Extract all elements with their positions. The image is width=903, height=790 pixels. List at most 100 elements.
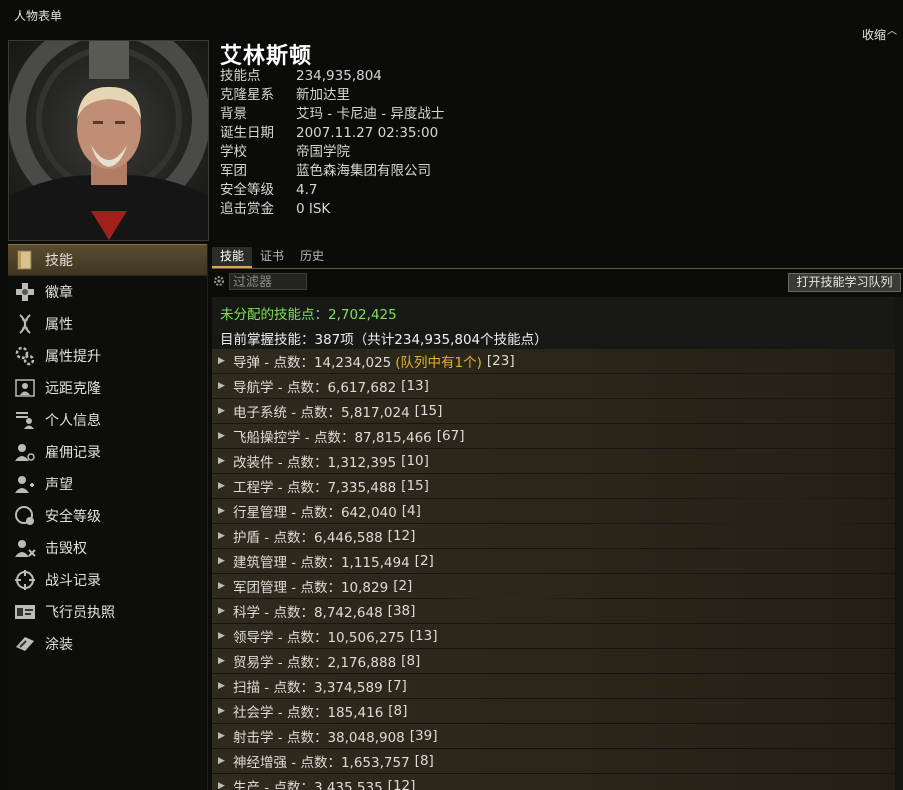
skill-group-queue: (队列中有1个) [395,355,482,371]
sidebar-item-label: 击毁权 [45,541,87,557]
character-name: 艾林斯顿 [220,44,313,69]
info-row-corporation: 军团 蓝色森海集团有限公司 [220,162,444,181]
skill-group-row[interactable]: ▶ 生产 - 点数：3,435,535 [12] [212,774,895,790]
skills-summary: 目前掌握技能：387项（共计234,935,804个技能点） [220,332,548,348]
skill-group-name: 电子系统 - 点数：5,817,024 [233,405,410,421]
window-title: 人物表单 [14,9,63,23]
sidebar-item-attributes[interactable]: 属性 [8,308,207,340]
skill-group-count: [13] [409,628,438,644]
info-value: 234,935,804 [296,68,382,84]
skill-group-count: [67] [436,428,465,444]
info-value: 艾玛 - 卡尼迪 - 异度战士 [296,106,445,122]
sidebar-item-skins[interactable]: 涂装 [8,628,207,660]
sidebar-item-standings[interactable]: 声望 [8,468,207,500]
skill-group-row[interactable]: ▶ 贸易学 - 点数：2,176,888 [8] [212,649,895,673]
info-value[interactable]: 帝国学院 [296,143,350,162]
sidebar-item-label: 属性提升 [45,349,101,365]
info-value[interactable]: 新加达里 [296,86,350,105]
skill-group-row[interactable]: ▶ 射击学 - 点数：38,048,908 [39] [212,724,895,748]
info-row-skill-points: 技能点 234,935,804 [220,67,444,86]
expand-triangle-icon: ▶ [218,681,225,691]
skill-group-count: [12] [387,528,416,544]
skill-group-row[interactable]: ▶ 行星管理 - 点数：642,040 [4] [212,499,895,523]
sidebar-item-medals[interactable]: 徽章 [8,276,207,308]
tab-divider [212,268,903,269]
info-value[interactable]: 蓝色森海集团有限公司 [296,162,431,181]
skill-group-row[interactable]: ▶ 建筑管理 - 点数：1,115,494 [2] [212,549,895,573]
skill-group-name: 科学 - 点数：8,742,648 [233,605,383,621]
skill-group-count: [2] [393,578,413,594]
skill-group-row[interactable]: ▶ 科学 - 点数：8,742,648 [38] [212,599,895,623]
expand-triangle-icon: ▶ [218,581,225,591]
tab-skills[interactable]: 技能 [212,247,253,268]
skill-group-row[interactable]: ▶ 导弹 - 点数：14,234,025 (队列中有1个) [23] [212,349,895,373]
license-icon [14,601,36,623]
skill-group-row[interactable]: ▶ 工程学 - 点数：7,335,488 [15] [212,474,895,498]
info-value: 2007.11.27 02:35:00 [296,125,439,141]
skill-group-row[interactable]: ▶ 扫描 - 点数：3,374,589 [7] [212,674,895,698]
skill-group-name: 贸易学 - 点数：2,176,888 [233,655,397,671]
skill-group-count: [13] [401,378,429,394]
sidebar-item-label: 雇佣记录 [45,445,101,461]
expand-triangle-icon: ▶ [218,531,225,541]
open-skill-queue-button[interactable]: 打开技能学习队列 [788,273,901,292]
skill-group-row[interactable]: ▶ 领导学 - 点数：10,506,275 [13] [212,624,895,648]
sidebar-item-label: 技能 [45,253,73,269]
expand-triangle-icon: ▶ [218,481,225,491]
sidebar-item-employment-history[interactable]: 雇佣记录 [8,436,207,468]
skill-group-count: [38] [387,603,416,619]
skill-group-row[interactable]: ▶ 改装件 - 点数：1,312,395 [10] [212,449,895,473]
skill-group-name: 建筑管理 - 点数：1,115,494 [233,555,410,571]
tab-certificates[interactable]: 证书 [252,247,292,268]
info-label: 学校 [220,144,247,160]
info-row-background: 背景 艾玛 - 卡尼迪 - 异度战士 [220,105,444,124]
skill-group-name: 扫描 - 点数：3,374,589 [233,680,383,696]
skills-panel: 未分配的技能点：2,702,425 目前掌握技能：387项（共计234,935,… [212,297,903,790]
skills-scrollbar[interactable] [895,297,903,790]
info-label: 军团 [220,163,247,179]
collapse-button[interactable]: 收缩 ︿ [862,26,897,43]
gears-icon [14,345,36,367]
expand-triangle-icon: ▶ [218,731,225,741]
sidebar-item-pilot-license[interactable]: 飞行员执照 [8,596,207,628]
info-label: 安全等级 [220,182,274,198]
info-label: 诞生日期 [220,125,274,141]
skill-group-count: [10] [401,453,429,469]
portrait-image [9,41,208,240]
expand-triangle-icon: ▶ [218,406,225,416]
expand-triangle-icon: ▶ [218,556,225,566]
skill-group-name: 射击学 - 点数：38,048,908 [233,730,405,746]
skill-group-row[interactable]: ▶ 护盾 - 点数：6,446,588 [12] [212,524,895,548]
skill-group-row[interactable]: ▶ 军团管理 - 点数：10,829 [2] [212,574,895,598]
tab-history[interactable]: 历史 [292,247,332,268]
character-info: 技能点 234,935,804 克隆星系 新加达里 背景 艾玛 - 卡尼迪 - 异度战… [220,67,444,219]
sidebar-item-label: 安全等级 [45,509,101,525]
skill-group-row[interactable]: ▶ 神经增强 - 点数：1,653,757 [8] [212,749,895,773]
sidebar-item-jump-clones[interactable]: 远距克隆 [8,372,207,404]
filter-gear-icon[interactable] [213,275,225,291]
sidebar-item-personal-info[interactable]: 个人信息 [8,404,207,436]
skill-group-row[interactable]: ▶ 导航学 - 点数：6,617,682 [13] [212,374,895,398]
sidebar-item-label: 个人信息 [45,413,101,429]
skill-group-row[interactable]: ▶ 电子系统 - 点数：5,817,024 [15] [212,399,895,423]
filter-input[interactable]: 过滤器 [229,273,307,290]
sidebar-item-security-status[interactable]: 安全等级 [8,500,207,532]
skill-group-count: [2] [414,553,434,569]
skill-group-count: [12] [387,778,416,790]
skill-group-name: 导航学 - 点数：6,617,682 [233,380,397,396]
skill-group-row[interactable]: ▶ 社会学 - 点数：185,416 [8] [212,699,895,723]
expand-triangle-icon: ▶ [218,506,225,516]
sidebar-item-skills[interactable]: 技能 [8,244,207,276]
sidebar-item-kill-rights[interactable]: 击毁权 [8,532,207,564]
collapse-label: 收缩 [861,28,886,42]
sidebar-item-attribute-enhancers[interactable]: 属性提升 [8,340,207,372]
expand-triangle-icon: ▶ [218,356,225,366]
skill-group-row[interactable]: ▶ 飞船操控学 - 点数：87,815,466 [67] [212,424,895,448]
expand-triangle-icon: ▶ [218,631,225,641]
sidebar-item-combat-log[interactable]: 战斗记录 [8,564,207,596]
skill-group-count: [7] [387,678,407,694]
sidebar: 技能 徽章 属性 属性提升 远距克隆 个人信息 雇佣记录 声望 安全等级 击毁权… [8,244,208,790]
info-label: 克隆星系 [220,87,274,103]
skill-group-count: [4] [401,503,421,519]
skill-group-count: [8] [401,653,421,669]
